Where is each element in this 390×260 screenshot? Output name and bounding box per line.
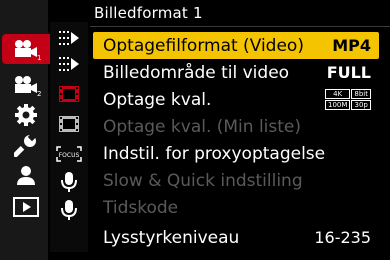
focus-label: FOCUS: [59, 152, 80, 159]
subtab-audio-2[interactable]: [54, 198, 84, 222]
menu-item-slow-quick[interactable]: Slow & Quick indstilling: [93, 167, 379, 194]
playback-icon: [13, 197, 39, 217]
menu-item-proxy-recording[interactable]: Indstil. for proxyoptagelse: [93, 140, 379, 167]
sub-tab-column: FOCUS: [50, 22, 88, 252]
person-icon: [17, 166, 35, 185]
microphone-icon: [61, 172, 77, 192]
subtab-film-active[interactable]: [54, 82, 84, 106]
tab-sub-number: 1: [37, 54, 41, 61]
subtab-image-format-2[interactable]: [54, 52, 84, 76]
header-divider: [90, 26, 390, 27]
menu-page-title: Billedformat 1: [94, 4, 203, 22]
subtab-audio-1[interactable]: [54, 170, 84, 194]
rec-quality-badge: 4K 8bit 100M 30p: [325, 89, 371, 110]
wrench-icon: [14, 133, 37, 157]
menu-item-luminance-level[interactable]: Lysstyrkeniveau 16-235: [93, 224, 379, 251]
focus-icon: FOCUS: [56, 146, 82, 162]
menu-item-image-area[interactable]: Billedområde til video FULL: [93, 59, 379, 86]
badge-bitrate: 100M: [325, 100, 351, 110]
tab-playback[interactable]: [4, 192, 48, 222]
main-tab-column: 1 2: [0, 0, 50, 260]
image-format-icon: [59, 31, 79, 45]
menu-item-timecode[interactable]: Tidskode: [93, 194, 379, 221]
menu-item-label: Indstil. for proxyoptagelse: [103, 143, 326, 164]
tab-video-1[interactable]: 1: [2, 34, 50, 64]
menu-item-label: Lysstyrkeniveau: [103, 227, 240, 248]
tab-video-2[interactable]: 2: [4, 70, 48, 100]
tab-setup[interactable]: [4, 130, 48, 160]
menu-item-label: Billedområde til video: [103, 62, 290, 83]
menu-item-label: Optage kval. (Min liste): [103, 116, 302, 137]
menu-item-value: FULL: [326, 63, 371, 82]
film-strip-icon: [59, 86, 79, 102]
menu-item-rec-quality-my-list[interactable]: Optage kval. (Min liste): [93, 113, 379, 140]
subtab-image-format-1[interactable]: [54, 26, 84, 50]
menu-item-label: Slow & Quick indstilling: [103, 170, 303, 191]
menu-item-label: Optage kval.: [103, 89, 212, 110]
menu-item-value: MP4: [332, 36, 371, 55]
film-strip-icon: [59, 116, 79, 132]
tab-sub-number: 2: [37, 90, 41, 97]
subtab-focus[interactable]: FOCUS: [54, 142, 84, 166]
gear-icon: [15, 104, 37, 126]
menu-item-label: Tidskode: [103, 197, 179, 218]
microphone-icon: [61, 200, 77, 220]
tab-custom[interactable]: [4, 100, 48, 130]
subtab-film[interactable]: [54, 112, 84, 136]
badge-resolution: 4K: [325, 89, 351, 99]
badge-framerate: 30p: [351, 100, 371, 110]
badge-bit-depth: 8bit: [351, 89, 371, 99]
camera-menu-screen: 1 2 FOCUS Billedformat 1 Optagefilformat…: [0, 0, 390, 260]
tab-my-menu[interactable]: [4, 160, 48, 190]
video-camera-icon: 2: [15, 76, 41, 97]
video-camera-icon: 1: [15, 40, 41, 61]
menu-item-rec-quality[interactable]: Optage kval. 4K 8bit 100M 30p: [93, 86, 379, 113]
menu-item-recording-file-format[interactable]: Optagefilformat (Video) MP4: [93, 32, 379, 59]
menu-item-label: Optagefilformat (Video): [103, 35, 304, 56]
menu-item-value: 16-235: [314, 228, 371, 247]
image-format-icon: [59, 57, 79, 71]
